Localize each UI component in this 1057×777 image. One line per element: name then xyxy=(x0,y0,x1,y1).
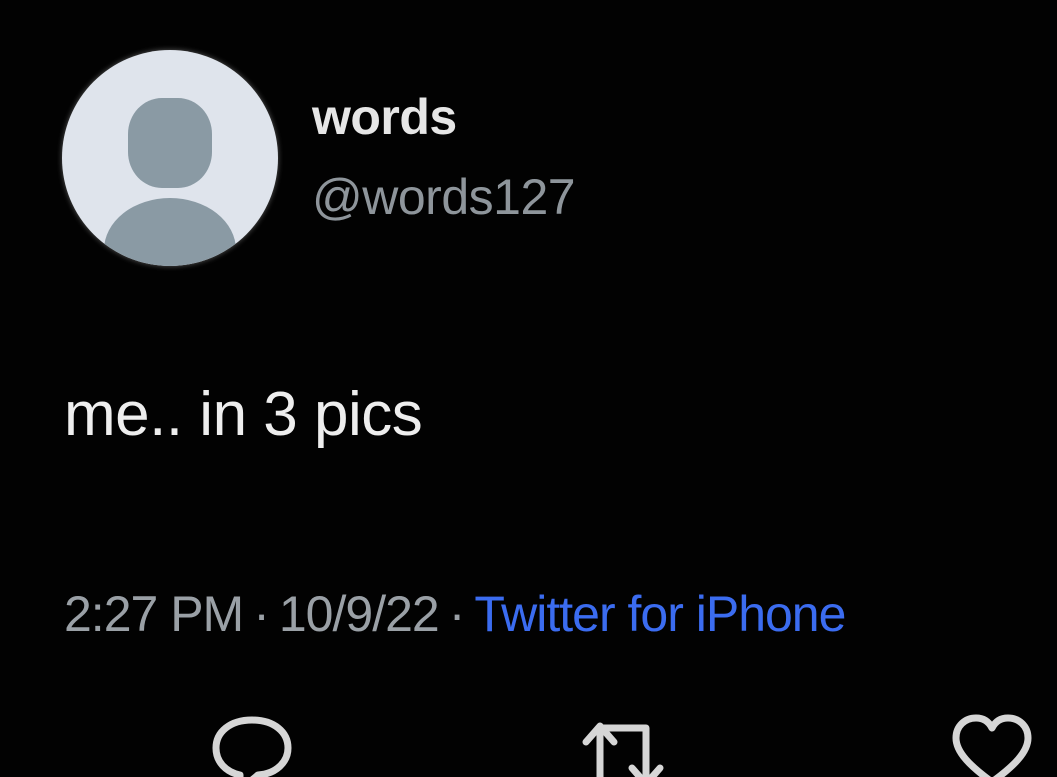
meta-separator: · xyxy=(448,586,466,642)
tweet-date[interactable]: 10/9/22 xyxy=(279,586,440,642)
reply-icon xyxy=(212,716,292,777)
user-handle[interactable]: @words127 xyxy=(312,172,576,222)
like-button[interactable] xyxy=(950,712,1034,777)
retweet-icon xyxy=(582,722,664,777)
tweet-card: words @words127 me.. in 3 pics 2:27 PM · 1… xyxy=(0,0,1057,777)
meta-separator: · xyxy=(253,586,270,642)
heart-icon xyxy=(952,714,1032,777)
default-profile-icon xyxy=(104,98,236,266)
reply-button[interactable] xyxy=(210,712,294,777)
retweet-button[interactable] xyxy=(578,712,668,777)
tweet-source-link[interactable]: Twitter for iPhone xyxy=(474,586,846,642)
tweet-text: me.. in 3 pics xyxy=(64,380,423,449)
tweet-time[interactable]: 2:27 PM xyxy=(64,586,244,642)
display-name[interactable]: words xyxy=(312,92,457,142)
avatar[interactable] xyxy=(62,50,278,266)
tweet-meta: 2:27 PM · 10/9/22 · Twitter for iPhone xyxy=(64,586,846,642)
